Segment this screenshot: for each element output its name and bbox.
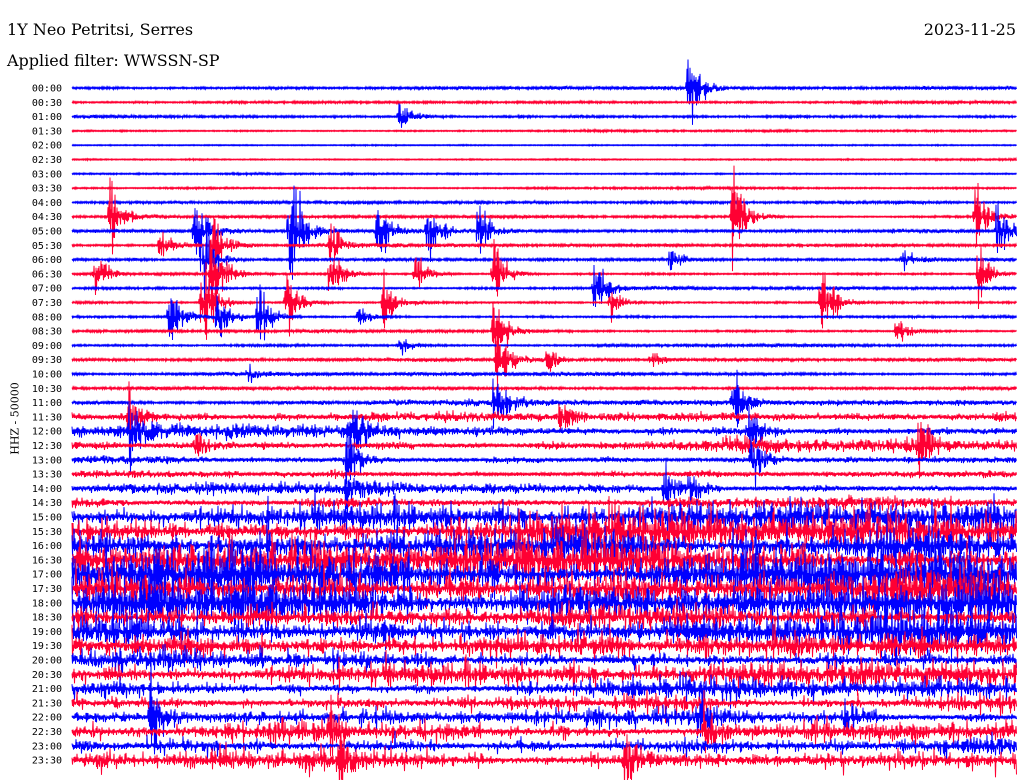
time-label: 11:00 <box>32 398 62 409</box>
time-label: 05:30 <box>32 241 62 252</box>
trace-line <box>71 99 1017 106</box>
time-label: 06:00 <box>32 255 62 266</box>
trace-line <box>71 468 1017 480</box>
time-label: 07:30 <box>32 298 62 309</box>
time-label: 22:30 <box>32 727 62 738</box>
time-label: 00:30 <box>32 98 62 109</box>
time-label: 01:00 <box>32 112 62 123</box>
trace-line <box>71 156 1017 163</box>
time-label: 05:00 <box>32 227 62 238</box>
time-label: 23:00 <box>32 741 62 752</box>
time-label: 22:00 <box>32 713 62 724</box>
time-label: 10:00 <box>32 370 62 381</box>
trace-line <box>71 199 1017 206</box>
time-label: 04:00 <box>32 198 62 209</box>
time-label: 08:30 <box>32 327 62 338</box>
trace-line <box>71 369 1017 429</box>
time-label: 17:00 <box>32 570 62 581</box>
time-label: 03:00 <box>32 169 62 180</box>
trace-line <box>71 143 1017 148</box>
time-label: 03:30 <box>32 184 62 195</box>
time-label: 02:00 <box>32 141 62 152</box>
time-label: 18:30 <box>32 613 62 624</box>
time-label: 02:30 <box>32 155 62 166</box>
time-label: 21:30 <box>32 698 62 709</box>
time-label: 19:00 <box>32 627 62 638</box>
time-label: 23:30 <box>32 756 62 767</box>
time-label: 15:00 <box>32 513 62 524</box>
time-label: 09:30 <box>32 355 62 366</box>
time-label: 20:00 <box>32 656 62 667</box>
trace-line <box>71 103 1017 128</box>
trace-line <box>71 331 1017 389</box>
trace-line <box>71 384 1017 392</box>
time-label: 08:00 <box>32 312 62 323</box>
time-label: 11:30 <box>32 412 62 423</box>
time-label: 14:00 <box>32 484 62 495</box>
time-label: 14:30 <box>32 498 62 509</box>
time-label: 20:30 <box>32 670 62 681</box>
time-label: 21:00 <box>32 684 62 695</box>
time-label: 15:30 <box>32 527 62 538</box>
time-label: 01:30 <box>32 126 62 137</box>
time-label: 13:30 <box>32 470 62 481</box>
time-label: 12:00 <box>32 427 62 438</box>
time-label: 12:30 <box>32 441 62 452</box>
trace-line <box>71 339 1017 356</box>
time-label: 00:00 <box>32 84 62 95</box>
time-label: 07:00 <box>32 284 62 295</box>
helicorder-plot: 00:00 00:30 01:00 01:30 02:00 02:30 03:00 03:30… <box>32 59 1017 780</box>
time-label: 16:30 <box>32 555 62 566</box>
trace-line <box>71 429 1017 489</box>
trace-line <box>71 171 1017 177</box>
time-label: 04:30 <box>32 212 62 223</box>
time-label: 10:30 <box>32 384 62 395</box>
trace-line <box>71 127 1017 134</box>
time-label: 06:30 <box>32 269 62 280</box>
trace-line <box>71 731 1017 780</box>
trace-line <box>71 400 1017 475</box>
time-label: 09:00 <box>32 341 62 352</box>
time-label: 19:30 <box>32 641 62 652</box>
time-label: 13:00 <box>32 455 62 466</box>
time-label: 16:00 <box>32 541 62 552</box>
time-label: 17:30 <box>32 584 62 595</box>
time-label: 18:00 <box>32 598 62 609</box>
trace-line <box>71 184 1017 192</box>
trace-line <box>71 363 1017 384</box>
